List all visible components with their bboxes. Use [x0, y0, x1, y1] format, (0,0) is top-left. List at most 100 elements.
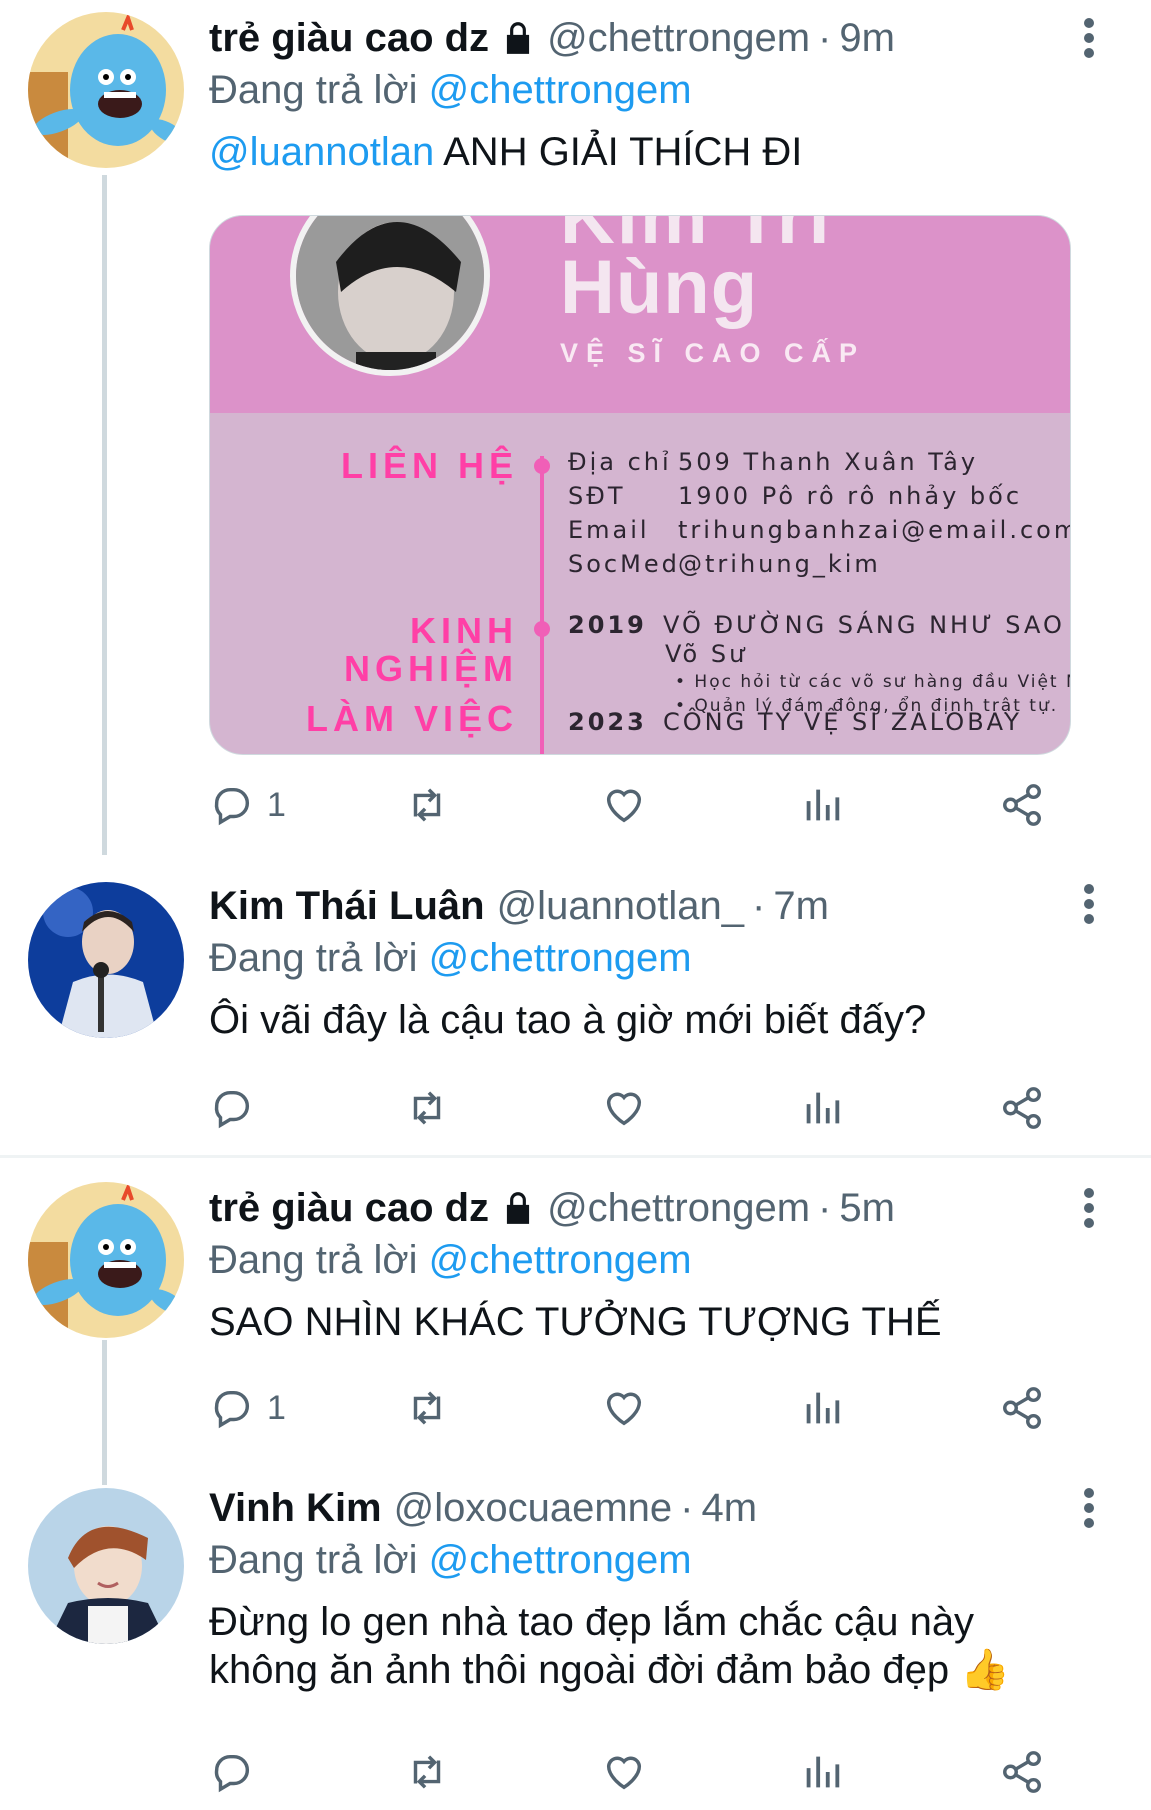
- like-button[interactable]: [601, 775, 647, 835]
- card-contact-row: Email trihungbanhzai@email.com: [568, 516, 1071, 544]
- like-icon: [606, 789, 642, 823]
- singer-photo-avatar-icon: [28, 882, 184, 1038]
- card-exp-row: 2019 VÕ ĐƯỜNG SÁNG NHƯ SAO: [568, 611, 1065, 639]
- reply-button[interactable]: [209, 1742, 267, 1802]
- card-exp-heading-3: LÀM VIỆC: [305, 698, 518, 739]
- blue-cartoon-avatar-icon: [28, 12, 184, 168]
- boy-photo-avatar-icon: [28, 1488, 184, 1644]
- separator-dot: ·: [818, 16, 832, 60]
- replying-to-mention[interactable]: @chettrongem: [429, 1238, 692, 1282]
- card-job-title: VỆ SĨ CAO CẤP: [560, 338, 866, 368]
- views-icon: [806, 1092, 840, 1124]
- display-name[interactable]: Vinh Kim: [209, 1484, 382, 1532]
- avatar[interactable]: [28, 1488, 184, 1644]
- separator-dot: ·: [680, 1486, 694, 1530]
- tweet-text: Đừng lo gen nhà tao đẹp lắm chắc cậu này…: [209, 1598, 1111, 1694]
- retweet-button[interactable]: [404, 775, 450, 835]
- like-button[interactable]: [601, 1742, 647, 1802]
- card-contact-row: SĐT 1900 Pô rô rô nhảy bốc: [568, 482, 1023, 510]
- replying-to-mention[interactable]: @chettrongem: [429, 936, 692, 980]
- user-handle[interactable]: @chettrongem: [547, 1184, 810, 1232]
- retweet-button[interactable]: [404, 1742, 450, 1802]
- views-button[interactable]: [799, 1078, 845, 1138]
- tweet[interactable]: trẻ giàu cao dz @chettrongem · 9m Đang t…: [0, 0, 1151, 850]
- avatar[interactable]: [28, 12, 184, 168]
- like-button[interactable]: [601, 1078, 647, 1138]
- card-contact-row: Địa chỉ 509 Thanh Xuân Tây: [568, 448, 979, 476]
- share-button[interactable]: [999, 1078, 1045, 1138]
- replying-to-mention[interactable]: @chettrongem: [429, 68, 692, 112]
- user-handle[interactable]: @loxocuaemne: [394, 1484, 673, 1532]
- tweet-text: SAO NHÌN KHÁC TƯỞNG TƯỢNG THẾ: [209, 1300, 942, 1344]
- reply-count: 1: [267, 785, 286, 824]
- reply-button[interactable]: [209, 1078, 267, 1138]
- more-icon[interactable]: [1083, 884, 1095, 924]
- tweet[interactable]: Vinh Kim @loxocuaemne · 4m Đang trả lời …: [0, 1470, 1151, 1810]
- user-handle[interactable]: @luannotlan_: [497, 882, 744, 930]
- tweet-header: trẻ giàu cao dz @chettrongem · 9m: [209, 14, 1111, 62]
- user-handle[interactable]: @chettrongem: [547, 14, 810, 62]
- card-exp-row: 2023 CÔNG TY VỆ SĨ ZALOBAY: [568, 708, 1022, 736]
- share-button[interactable]: [999, 1378, 1045, 1438]
- card-timeline-dot: [534, 458, 550, 474]
- reply-icon: [214, 1090, 250, 1129]
- tweet[interactable]: trẻ giàu cao dz @chettrongem · 5m Đang t…: [0, 1170, 1151, 1470]
- display-name[interactable]: Kim Thái Luân: [209, 882, 485, 930]
- tweet-text-line: không ăn ảnh thôi ngoài đời đảm bảo đẹp …: [209, 1648, 1011, 1692]
- tweet[interactable]: Kim Thái Luân @luannotlan_ · 7m Đang trả…: [0, 860, 1151, 1155]
- tweet-text-line: Đừng lo gen nhà tao đẹp lắm chắc cậu này: [209, 1600, 975, 1644]
- views-icon: [806, 1756, 840, 1788]
- share-icon: [1003, 1387, 1041, 1429]
- reply-icon: [214, 1754, 250, 1793]
- share-icon: [1003, 1751, 1041, 1793]
- avatar[interactable]: [28, 1182, 184, 1338]
- display-name[interactable]: trẻ giàu cao dz: [209, 1184, 489, 1232]
- retweet-button[interactable]: [404, 1378, 450, 1438]
- like-button[interactable]: [601, 1378, 647, 1438]
- views-button[interactable]: [799, 775, 845, 835]
- views-icon: [806, 789, 840, 821]
- replying-to-mention[interactable]: @chettrongem: [429, 1538, 692, 1582]
- lock-icon: [506, 22, 530, 54]
- views-button[interactable]: [799, 1378, 845, 1438]
- more-icon[interactable]: [1083, 1488, 1095, 1528]
- reply-icon: [214, 1390, 250, 1429]
- retweet-icon: [413, 1755, 441, 1789]
- tweet-header: trẻ giàu cao dz @chettrongem · 5m: [209, 1184, 1111, 1232]
- reply-feed: trẻ giàu cao dz @chettrongem · 9m Đang t…: [0, 0, 1151, 1810]
- more-icon[interactable]: [1083, 18, 1095, 58]
- card-contact-row: SocMed@trihung_kim: [568, 550, 881, 578]
- reply-button[interactable]: 1: [209, 775, 286, 835]
- card-exp-heading-2: NGHIỆM: [344, 648, 518, 689]
- timestamp[interactable]: 9m: [839, 14, 895, 62]
- retweet-button[interactable]: [404, 1078, 450, 1138]
- share-icon: [1003, 1087, 1041, 1129]
- share-button[interactable]: [999, 775, 1045, 835]
- text-mention[interactable]: @luannotlan: [209, 130, 434, 174]
- tweet-header: Vinh Kim @loxocuaemne · 4m: [209, 1484, 1111, 1532]
- timestamp[interactable]: 4m: [702, 1484, 758, 1532]
- timestamp[interactable]: 7m: [773, 882, 829, 930]
- blue-cartoon-avatar-icon: [28, 1182, 184, 1338]
- tweet-text: @luannotlan ANH GIẢI THÍCH ĐI: [209, 128, 1111, 176]
- media-image[interactable]: Kim Trí Hùng VỆ SĨ CAO CẤP LIÊN HỆ KINH …: [209, 215, 1071, 755]
- like-icon: [606, 1756, 642, 1790]
- card-timeline: [540, 456, 544, 754]
- avatar[interactable]: [28, 882, 184, 1038]
- timestamp[interactable]: 5m: [839, 1184, 895, 1232]
- more-icon[interactable]: [1083, 1188, 1095, 1228]
- tweet-actions: [209, 1742, 1089, 1802]
- tweet-text-content: ANH GIẢI THÍCH ĐI: [443, 130, 803, 174]
- views-icon: [806, 1392, 840, 1424]
- tweet-actions: 1: [209, 1378, 1089, 1438]
- tweet-actions: 1: [209, 775, 1089, 835]
- retweet-icon: [413, 788, 441, 822]
- display-name[interactable]: trẻ giàu cao dz: [209, 14, 489, 62]
- replying-to-label: Đang trả lời: [209, 68, 418, 112]
- replying-to: Đang trả lời @chettrongem: [209, 1536, 1111, 1584]
- reply-button[interactable]: 1: [209, 1378, 286, 1438]
- replying-to: Đang trả lời @chettrongem: [209, 1236, 1111, 1284]
- share-button[interactable]: [999, 1742, 1045, 1802]
- reply-count: 1: [267, 1388, 286, 1427]
- views-button[interactable]: [799, 1742, 845, 1802]
